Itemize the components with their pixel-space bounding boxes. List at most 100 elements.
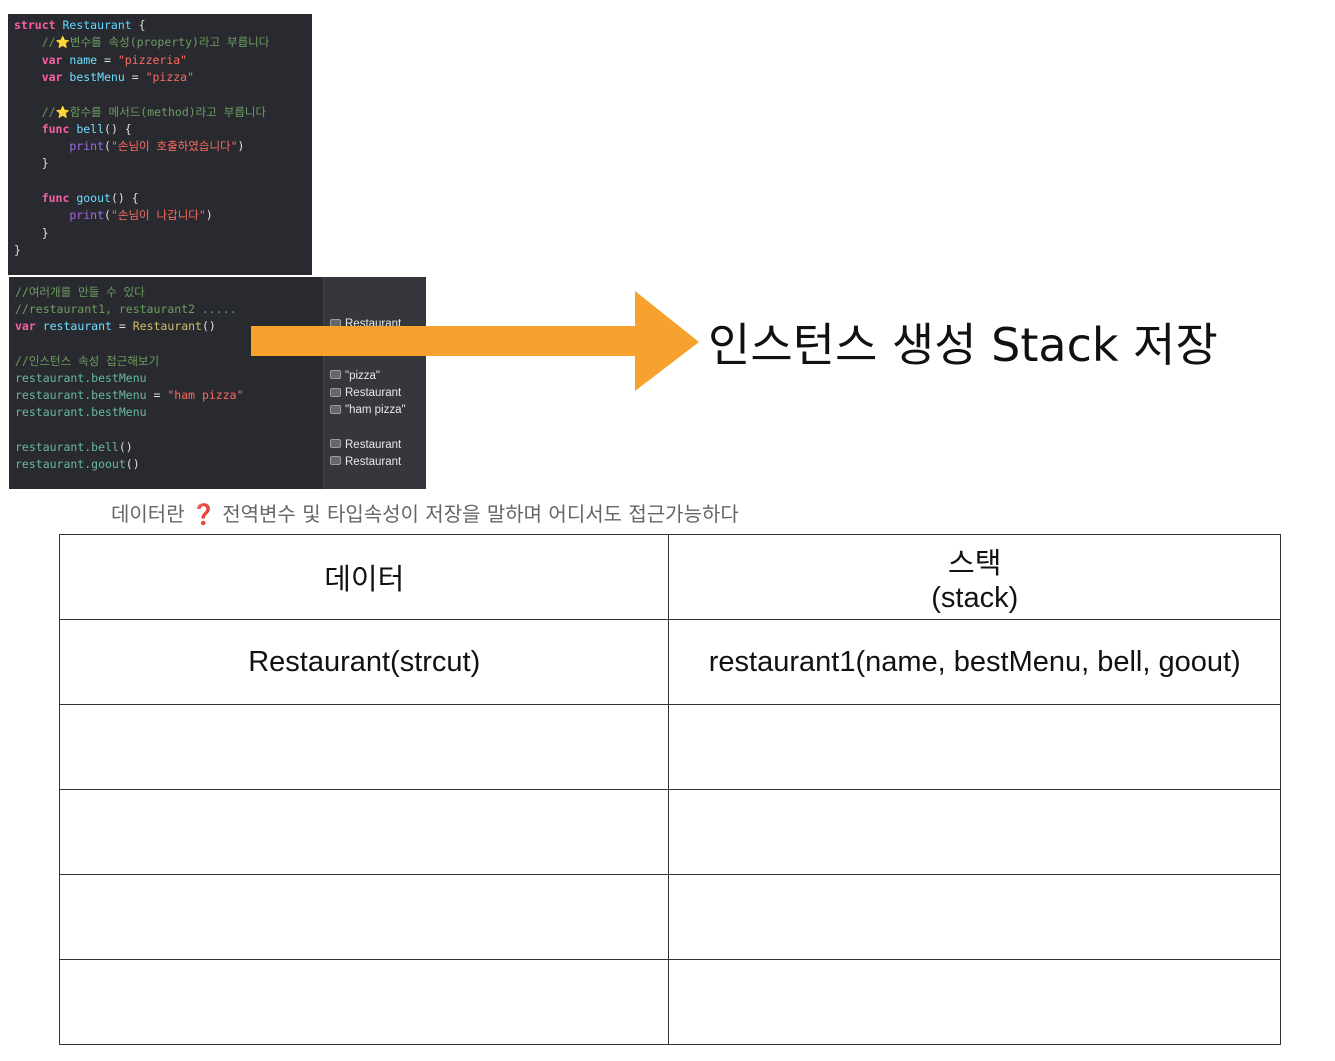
- code-line: restaurant.bestMenu: [15, 370, 147, 387]
- headline-instance-stack: 인스턴스 생성 Stack 저장: [708, 318, 1218, 372]
- question-mark-icon: ❓: [190, 502, 216, 526]
- code-line: restaurant.bestMenu = "ham pizza": [15, 387, 244, 404]
- code-token: var: [14, 52, 70, 67]
- code-line: func goout() {: [14, 190, 139, 207]
- code-token: restaurant: [42, 319, 112, 334]
- code-line: restaurant.bestMenu: [15, 404, 147, 421]
- right-arrow-icon: [251, 291, 699, 391]
- code-token: //restaurant1, restaurant2 .....: [15, 302, 237, 317]
- code-line: restaurant.goout(): [15, 456, 140, 473]
- quicklook-icon[interactable]: [330, 456, 341, 466]
- code-token: }: [14, 156, 49, 171]
- code-line: print("손님이 호출하였습니다"): [14, 138, 244, 155]
- header-stack-english: (stack): [931, 581, 1019, 614]
- code-line: var name = "pizzeria": [14, 52, 187, 69]
- result-value[interactable]: Restaurant: [330, 439, 401, 451]
- code-line: }: [14, 155, 49, 172]
- table-row: [58, 789, 1281, 875]
- code-token: (): [125, 457, 140, 471]
- memory-table: 데이터 스택 (stack) Restaurant(strcut) restau…: [58, 534, 1281, 1045]
- code-token: Restaurant: [132, 319, 202, 334]
- result-text: Restaurant: [345, 456, 402, 468]
- code-line: }: [14, 225, 49, 242]
- code-editor-struct: struct Restaurant { //⭐변수를 속성(property)라…: [8, 14, 312, 275]
- header-stack-korean: 스택: [948, 547, 1002, 580]
- code-token: //인스턴스 속성 접근해보기: [15, 353, 160, 368]
- code-token: //: [14, 104, 56, 119]
- note-prefix: 데이터란: [111, 502, 185, 526]
- code-token: "ham pizza": [167, 388, 244, 403]
- table-cell: [668, 704, 1281, 790]
- table-row: [58, 874, 1281, 960]
- code-token: =: [111, 319, 133, 334]
- code-token: restaurant.bestMenu: [15, 371, 147, 385]
- table-cell: Restaurant(strcut): [58, 619, 670, 705]
- table-cell: [668, 959, 1281, 1045]
- header-stack: 스택 (stack): [668, 534, 1281, 620]
- code-token: bell: [76, 121, 105, 136]
- code-token: "pizza": [145, 69, 195, 84]
- table-cell: [58, 704, 670, 790]
- code-token: =: [97, 52, 118, 67]
- code-token: }: [14, 225, 49, 240]
- result-text: Restaurant: [345, 438, 402, 451]
- table-cell: [668, 874, 1281, 960]
- code-token: 변수를 속성(property)라고 부릅니다: [69, 35, 270, 50]
- code-token: //여러개를 만들 수 있다: [15, 285, 145, 299]
- code-line: struct Restaurant {: [14, 17, 146, 34]
- star-icon: ⭐: [55, 104, 70, 119]
- code-token: (: [104, 139, 111, 154]
- code-line: //여러개를 만들 수 있다: [15, 284, 145, 301]
- code-line: //restaurant1, restaurant2 .....: [15, 301, 237, 318]
- code-token: =: [124, 69, 146, 84]
- quicklook-icon[interactable]: [330, 439, 341, 449]
- code-token: "pizzeria": [117, 52, 188, 67]
- code-token: restaurant.bestMenu: [15, 405, 147, 420]
- code-token: print: [14, 208, 105, 223]
- code-token: restaurant.bell: [15, 439, 119, 454]
- star-icon: ⭐: [55, 35, 70, 50]
- table-cell: [58, 874, 670, 960]
- code-token: restaurant.bestMenu: [15, 388, 147, 403]
- code-token: var: [14, 69, 70, 84]
- table-cell: [58, 959, 670, 1045]
- code-token: =: [146, 388, 168, 403]
- code-token: (): [118, 439, 133, 454]
- code-token: func: [14, 121, 77, 136]
- code-line: var bestMenu = "pizza": [14, 69, 194, 86]
- code-token: "손님이 나갑니다": [110, 208, 206, 223]
- code-token: var: [15, 319, 43, 334]
- code-token: {: [131, 18, 146, 32]
- quicklook-icon[interactable]: [330, 404, 341, 414]
- code-token: //: [14, 35, 56, 50]
- code-token: print: [14, 139, 105, 154]
- code-line: //⭐변수를 속성(property)라고 부릅니다: [14, 34, 270, 51]
- result-value[interactable]: Restaurant: [330, 456, 401, 468]
- code-token: ): [205, 208, 213, 223]
- code-token: name: [69, 52, 98, 67]
- header-data: 데이터: [58, 534, 670, 620]
- code-line: //인스턴스 속성 접근해보기: [15, 353, 159, 370]
- code-token: struct: [14, 18, 63, 32]
- code-line: var restaurant = Restaurant(): [15, 318, 216, 335]
- code-token: (: [104, 208, 111, 223]
- result-value[interactable]: "ham pizza": [330, 404, 406, 416]
- code-token: "손님이 호출하였습니다": [110, 139, 238, 154]
- code-token: () {: [104, 121, 132, 136]
- table-row: [58, 959, 1281, 1045]
- code-token: }: [14, 242, 21, 257]
- table-header-row: 데이터 스택 (stack): [58, 534, 1281, 620]
- table-row: [58, 704, 1281, 790]
- table-cell: [668, 789, 1281, 875]
- code-token: goout: [76, 191, 111, 205]
- code-token: ): [237, 139, 245, 154]
- code-token: restaurant.goout: [15, 457, 126, 471]
- result-text: "ham pizza": [345, 404, 406, 417]
- table-cell: [58, 789, 670, 875]
- code-token: bestMenu: [69, 69, 125, 84]
- table-cell: restaurant1(name, bestMenu, bell, goout): [668, 619, 1281, 705]
- code-token: () {: [110, 191, 139, 205]
- code-token: (): [201, 319, 216, 334]
- code-line: restaurant.bell(): [15, 439, 133, 456]
- table-row: Restaurant(strcut) restaurant1(name, bes…: [58, 619, 1281, 705]
